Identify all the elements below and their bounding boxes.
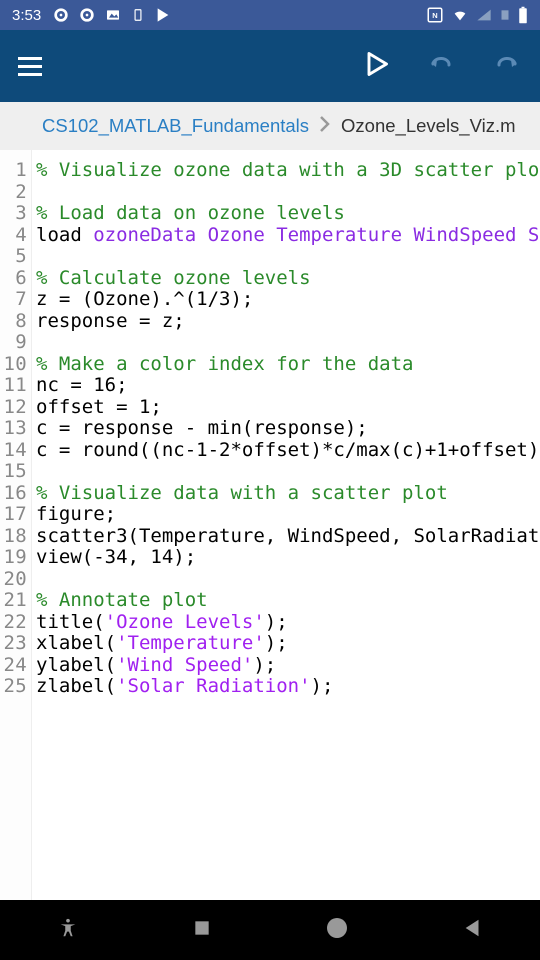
chevron-right-icon (319, 115, 331, 138)
breadcrumb-parent[interactable]: CS102_MATLAB_Fundamentals (42, 115, 309, 137)
wifi-icon (450, 7, 470, 23)
menu-button[interactable] (14, 53, 46, 80)
svg-text:N: N (432, 11, 437, 20)
triangle-left-icon (462, 917, 484, 939)
breadcrumb-current: Ozone_Levels_Viz.m (341, 115, 515, 137)
redo-icon (492, 52, 522, 76)
home-button[interactable] (317, 908, 357, 953)
circle-icon (325, 916, 349, 940)
redo-button[interactable] (488, 48, 526, 85)
code-editor[interactable]: 1234567891011121314151617181920212223242… (0, 150, 540, 900)
square-icon (192, 918, 212, 938)
status-right: N (426, 6, 528, 24)
status-time: 3:53 (12, 7, 41, 24)
images-icon (105, 7, 121, 23)
app-icon-2 (79, 7, 95, 23)
overview-button[interactable] (184, 910, 220, 951)
back-button[interactable] (454, 909, 492, 952)
undo-icon (426, 52, 456, 76)
accessibility-icon (57, 917, 79, 939)
nfc-icon: N (426, 6, 444, 24)
breadcrumb: CS102_MATLAB_Fundamentals Ozone_Levels_V… (0, 102, 540, 150)
status-left: 3:53 (12, 7, 171, 24)
status-notification-icons (53, 7, 171, 23)
run-button[interactable] (358, 46, 394, 87)
system-nav-bar (0, 900, 540, 960)
device-icon (131, 7, 145, 23)
no-sim-icon (498, 7, 512, 23)
signal-icon (476, 7, 492, 23)
undo-button[interactable] (422, 48, 460, 85)
code-content[interactable]: % Visualize ozone data with a 3D scatter… (32, 150, 540, 900)
accessibility-button[interactable] (49, 909, 87, 952)
status-bar: 3:53 N (0, 0, 540, 30)
play-icon (362, 50, 390, 78)
app-bar (0, 30, 540, 102)
play-store-icon (155, 7, 171, 23)
battery-icon (518, 6, 528, 24)
line-gutter: 1234567891011121314151617181920212223242… (0, 150, 32, 900)
app-actions (358, 46, 526, 87)
app-icon-1 (53, 7, 69, 23)
